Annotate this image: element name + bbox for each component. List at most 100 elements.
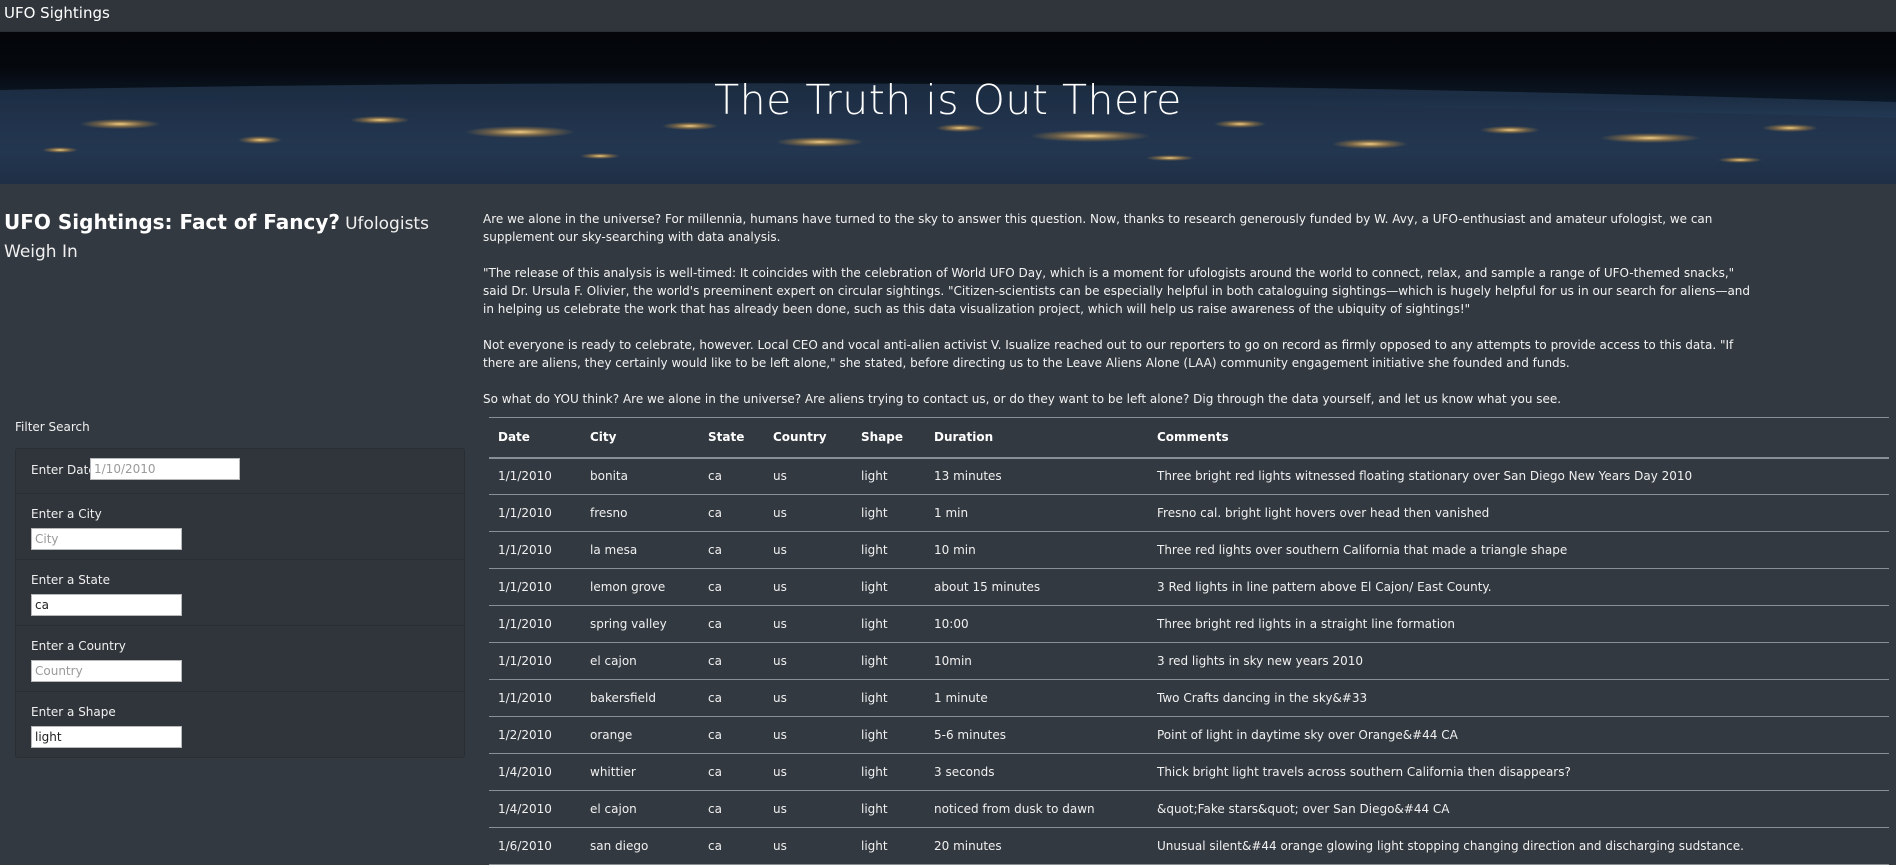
cell-comments: Point of light in daytime sky over Orang…: [1148, 716, 1889, 754]
cell-duration: 1 min: [925, 494, 1148, 532]
shape-label: Enter a Shape: [31, 705, 116, 719]
article-paragraph: Not everyone is ready to celebrate, howe…: [483, 338, 1734, 370]
cell-shape: light: [852, 753, 925, 791]
cell-city: fresno: [581, 494, 699, 532]
table-row: 1/1/2010 fresno ca us light 1 min Fresno cal. …: [489, 494, 1889, 532]
cell-country: us: [764, 642, 852, 680]
article-paragraph: "The release of this analysis is well-ti…: [483, 266, 1751, 316]
cell-shape: light: [852, 531, 925, 569]
cell-comments: Three bright red lights witnessed floati…: [1148, 457, 1889, 495]
column-header-comments: Comments: [1148, 417, 1889, 459]
cell-shape: light: [852, 605, 925, 643]
table-row: 1/4/2010 el cajon ca us light noticed from du…: [489, 790, 1889, 828]
cell-state: ca: [699, 457, 764, 495]
cell-state: ca: [699, 716, 764, 754]
navbar: UFO Sightings: [0, 0, 1896, 32]
cell-country: us: [764, 790, 852, 828]
city-input[interactable]: [31, 528, 182, 550]
column-header-city: City: [581, 417, 699, 459]
article-paragraph: Are we alone in the universe? For millen…: [483, 212, 1713, 244]
cell-city: el cajon: [581, 642, 699, 680]
table-row: 1/1/2010 spring valley ca us light 10:00 Three…: [489, 605, 1889, 643]
cell-duration: 1 minute: [925, 679, 1148, 717]
filter-item-city: Enter a City: [16, 494, 464, 560]
cell-shape: light: [852, 827, 925, 865]
cell-state: ca: [699, 753, 764, 791]
cell-state: ca: [699, 568, 764, 606]
table-row: 1/2/2010 orange ca us light 5-6 minutes Point …: [489, 716, 1889, 754]
cell-comments: Fresno cal. bright light hovers over hea…: [1148, 494, 1889, 532]
sightings-table-wrapper: Date City State Country Shape Duration C…: [489, 417, 1889, 865]
table-row: 1/1/2010 bonita ca us light 13 minutes Three b…: [489, 457, 1889, 495]
cell-date: 1/1/2010: [489, 494, 581, 532]
cell-shape: light: [852, 790, 925, 828]
date-input[interactable]: [90, 458, 240, 480]
table-header-row: Date City State Country Shape Duration C…: [489, 417, 1889, 459]
cell-date: 1/1/2010: [489, 642, 581, 680]
cell-country: us: [764, 457, 852, 495]
date-label: Enter Date: [31, 463, 96, 477]
navbar-brand-link[interactable]: UFO Sightings: [4, 3, 110, 23]
cell-date: 1/1/2010: [489, 605, 581, 643]
column-header-duration: Duration: [925, 417, 1148, 459]
cell-comments: Three bright red lights in a straight li…: [1148, 605, 1889, 643]
country-input[interactable]: [31, 660, 182, 682]
cell-country: us: [764, 716, 852, 754]
column-header-state: State: [699, 417, 764, 459]
hero-banner: The Truth is Out There: [0, 32, 1896, 184]
hero-title: The Truth is Out There: [714, 76, 1182, 124]
table-body: 1/1/2010 bonita ca us light 13 minutes Three b…: [489, 457, 1889, 865]
cell-comments: &quot;Fake stars&quot; over San Diego&#4…: [1148, 790, 1889, 828]
cell-date: 1/1/2010: [489, 457, 581, 495]
cell-state: ca: [699, 494, 764, 532]
cell-city: bonita: [581, 457, 699, 495]
country-label: Enter a Country: [31, 639, 126, 653]
table-row: 1/1/2010 bakersfield ca us light 1 minute Two …: [489, 679, 1889, 717]
cell-shape: light: [852, 642, 925, 680]
cell-state: ca: [699, 827, 764, 865]
cell-duration: 10 min: [925, 531, 1148, 569]
table-row: 1/1/2010 el cajon ca us light 10min 3 red ligh…: [489, 642, 1889, 680]
filter-item-shape: Enter a Shape: [16, 692, 464, 758]
cell-country: us: [764, 753, 852, 791]
cell-country: us: [764, 531, 852, 569]
cell-duration: 13 minutes: [925, 457, 1148, 495]
cell-city: san diego: [581, 827, 699, 865]
cell-country: us: [764, 827, 852, 865]
shape-input[interactable]: [31, 726, 182, 748]
state-input[interactable]: [31, 594, 182, 616]
column-header-date: Date: [489, 417, 581, 459]
filter-panel: Enter Date Enter a City Enter a State En…: [15, 448, 465, 758]
cell-comments: 3 red lights in sky new years 2010: [1148, 642, 1889, 680]
cell-date: 1/1/2010: [489, 568, 581, 606]
cell-state: ca: [699, 531, 764, 569]
filter-item-country: Enter a Country: [16, 626, 464, 692]
cell-duration: 3 seconds: [925, 753, 1148, 791]
state-label: Enter a State: [31, 573, 110, 587]
cell-duration: 5-6 minutes: [925, 716, 1148, 754]
filter-search-title: Filter Search: [15, 420, 90, 434]
article-paragraph: So what do YOU think? Are we alone in th…: [483, 392, 1562, 406]
cell-comments: 3 Red lights in line pattern above El Ca…: [1148, 568, 1889, 606]
cell-state: ca: [699, 642, 764, 680]
cell-date: 1/4/2010: [489, 753, 581, 791]
cell-city: la mesa: [581, 531, 699, 569]
cell-duration: 10:00: [925, 605, 1148, 643]
cell-date: 1/6/2010: [489, 827, 581, 865]
sightings-table: Date City State Country Shape Duration C…: [489, 417, 1889, 865]
cell-country: us: [764, 568, 852, 606]
table-row: 1/1/2010 lemon grove ca us light about 15 min…: [489, 568, 1889, 606]
cell-country: us: [764, 494, 852, 532]
cell-shape: light: [852, 716, 925, 754]
cell-city: spring valley: [581, 605, 699, 643]
cell-duration: noticed from dusk to dawn: [925, 790, 1148, 828]
cell-date: 1/4/2010: [489, 790, 581, 828]
cell-duration: 20 minutes: [925, 827, 1148, 865]
cell-date: 1/2/2010: [489, 716, 581, 754]
page-heading-main: UFO Sightings: Fact of Fancy?: [4, 210, 341, 234]
cell-shape: light: [852, 679, 925, 717]
cell-comments: Three red lights over southern Californi…: [1148, 531, 1889, 569]
article-body: Are we alone in the universe? For millen…: [483, 210, 1751, 426]
filter-item-state: Enter a State: [16, 560, 464, 626]
cell-state: ca: [699, 679, 764, 717]
